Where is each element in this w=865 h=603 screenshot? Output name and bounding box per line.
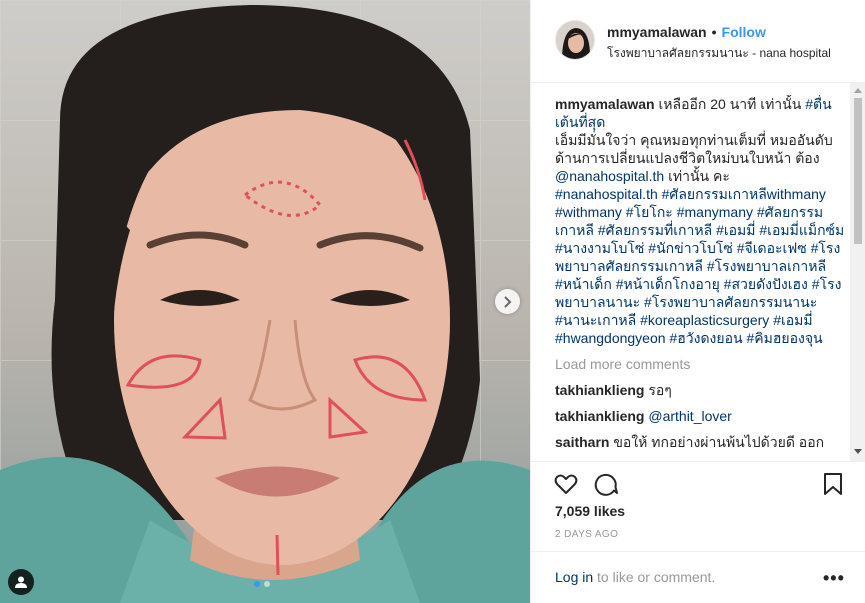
comment-icon[interactable] xyxy=(593,471,619,497)
carousel-dot-1 xyxy=(254,581,260,587)
caption-text-2: เอ็มมีมั่นใจว่า คุณหมอทุกท่านเต็มที่ หมอ… xyxy=(555,132,833,166)
follow-button[interactable]: Follow xyxy=(722,24,766,40)
scroll-thumb[interactable] xyxy=(854,98,862,244)
caption-mention[interactable]: @nanahospital.th xyxy=(555,168,664,184)
caption-hashtags[interactable]: #nanahospital.th #ศัลยกรรมเกาหลีwithmany… xyxy=(555,186,844,346)
login-link[interactable]: Log in xyxy=(555,569,593,585)
carousel-next-button[interactable] xyxy=(495,289,520,314)
post-header: mmyamalawan • Follow โรงพยาบาลศัลยกรรมนา… xyxy=(531,0,865,83)
heart-icon[interactable] xyxy=(553,471,579,497)
comment-mention[interactable]: @arthit_lover xyxy=(648,408,731,424)
location-link[interactable]: โรงพยาบาลศัลยกรรมนานะ - nana hospital xyxy=(607,44,831,63)
user-tag-button[interactable] xyxy=(8,569,34,595)
author-username[interactable]: mmyamalawan xyxy=(607,24,707,40)
caption-username[interactable]: mmyamalawan xyxy=(555,96,655,112)
comment-item: saitharn ขอให้ ทกอย่างผ่านพ้นไปด้วยดี ออ… xyxy=(555,433,845,451)
post-timestamp: 2 DAYS AGO xyxy=(555,529,619,540)
face-illustration xyxy=(0,5,530,603)
scroll-down-arrow-icon[interactable] xyxy=(854,449,862,454)
carousel-indicator xyxy=(254,581,270,587)
post-photo[interactable] xyxy=(0,0,530,603)
login-prompt: Log in to like or comment. xyxy=(555,569,715,585)
comment-text: ขอให้ ทกอย่างผ่านพ้นไปด้วยดี ออก xyxy=(609,434,825,450)
follow-separator: • xyxy=(711,24,717,40)
carousel-dot-2 xyxy=(264,581,270,587)
comment-username[interactable]: takhianklieng xyxy=(555,382,644,398)
likes-count[interactable]: 7,059 likes xyxy=(555,503,625,519)
login-prompt-text: to like or comment. xyxy=(593,569,716,585)
chevron-right-icon xyxy=(503,295,511,308)
caption-text-3: เท่านั้น คะ xyxy=(664,168,730,184)
comments-scrollbar[interactable] xyxy=(850,83,865,461)
comment-username[interactable]: saitharn xyxy=(555,434,609,450)
post-details-panel: mmyamalawan • Follow โรงพยาบาลศัลยกรรมนา… xyxy=(530,0,865,603)
post-author: mmyamalawan • Follow xyxy=(607,24,766,40)
comment-item: takhianklieng รอๆ xyxy=(555,381,845,399)
more-options-button[interactable]: ••• xyxy=(823,568,845,589)
load-more-comments-button[interactable]: Load more comments xyxy=(555,355,845,373)
post-caption: mmyamalawan เหลืออีก 20 นาที เท่านั้น #ต… xyxy=(555,95,845,347)
login-footer: Log in to like or comment. ••• xyxy=(531,551,865,603)
comment-username[interactable]: takhianklieng xyxy=(555,408,644,424)
action-bar xyxy=(531,461,865,496)
avatar-image xyxy=(556,21,594,59)
user-tag-icon xyxy=(15,576,27,588)
bookmark-icon[interactable] xyxy=(820,471,846,497)
more-icon: ••• xyxy=(823,568,845,588)
comments-list[interactable]: mmyamalawan เหลืออีก 20 นาที เท่านั้น #ต… xyxy=(555,95,845,461)
avatar[interactable] xyxy=(555,20,595,60)
comment-text: รอๆ xyxy=(644,382,672,398)
scroll-up-arrow-icon[interactable] xyxy=(854,88,862,93)
comment-item: takhianklieng @arthit_lover xyxy=(555,407,845,425)
caption-text-1: เหลืออีก 20 นาที เท่านั้น xyxy=(658,96,806,112)
